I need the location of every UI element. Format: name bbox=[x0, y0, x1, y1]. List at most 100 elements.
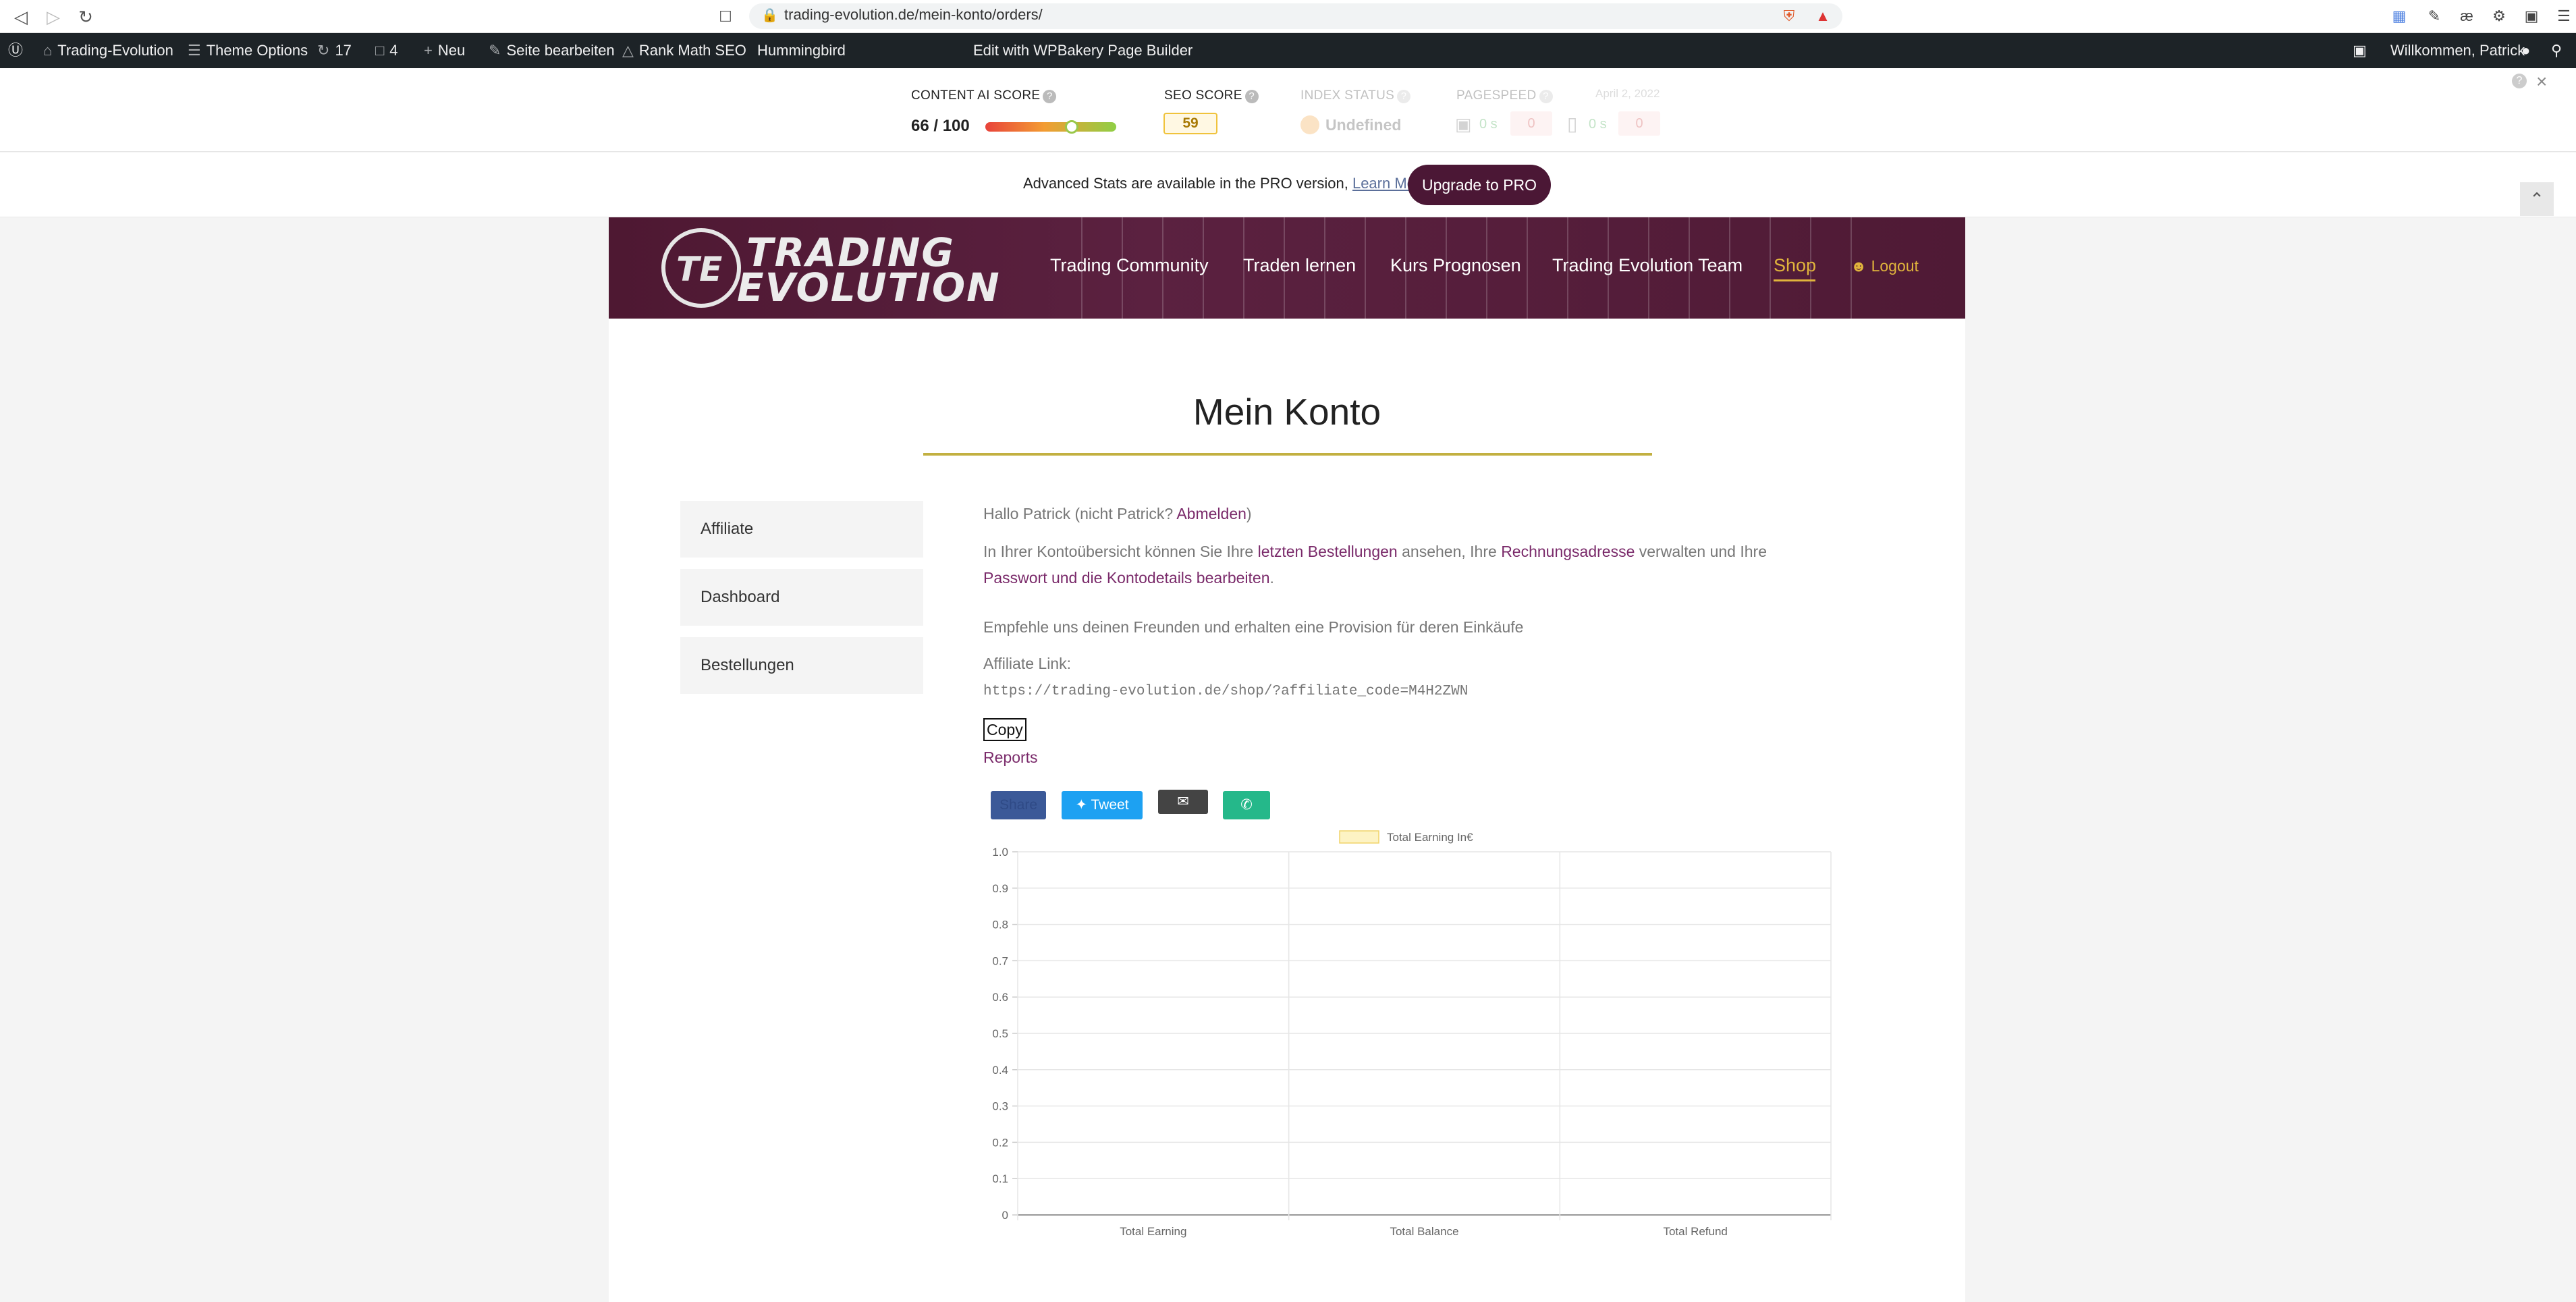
content-ai-score-knob bbox=[1065, 120, 1079, 134]
extension-icon[interactable]: ✎ bbox=[2424, 6, 2444, 26]
sidebar-item-dashboard[interactable]: Dashboard bbox=[680, 569, 923, 626]
legend-label: Total Earning In€ bbox=[1387, 831, 1473, 844]
help-icon[interactable]: ? bbox=[1244, 90, 1259, 103]
y-tick-label: 0.5 bbox=[992, 1027, 1008, 1040]
billing-address-link[interactable]: Rechnungsadresse bbox=[1501, 543, 1635, 560]
brave-rewards-icon[interactable]: ▲ bbox=[1813, 6, 1833, 26]
facebook-share-button[interactable]: Share bbox=[991, 791, 1046, 819]
page-title: Mein Konto bbox=[1193, 391, 1381, 433]
back-icon[interactable]: ◁ bbox=[9, 5, 32, 28]
y-tick-label: 0.4 bbox=[992, 1064, 1008, 1077]
affiliate-url[interactable]: https://trading-evolution.de/shop/?affil… bbox=[983, 684, 1468, 699]
wordpress-logo-icon[interactable]: Ⓤ bbox=[8, 33, 23, 68]
recommend-text: Empfehle uns deinen Freunden und erhalte… bbox=[983, 618, 1524, 636]
brave-shield-icon[interactable]: ⛨ bbox=[1779, 6, 1799, 26]
forward-icon[interactable]: ▷ bbox=[42, 5, 65, 28]
bookmark-icon[interactable]: ☐ bbox=[714, 5, 737, 28]
admin-site-name[interactable]: ⌂ Trading-Evolution bbox=[43, 33, 173, 68]
admin-wpbakery[interactable]: Edit with WPBakery Page Builder bbox=[973, 33, 1193, 68]
chevron-up-icon[interactable]: ⌃ bbox=[2520, 182, 2554, 216]
puzzle-icon[interactable]: ⚙ bbox=[2489, 6, 2509, 26]
wp-admin-bar: Ⓤ ⌂ Trading-Evolution ☰ Theme Options ↻ 17 … bbox=[0, 33, 2576, 94]
index-status-label: INDEX STATUS? bbox=[1300, 88, 1411, 103]
y-tick-label: 0.2 bbox=[992, 1136, 1008, 1149]
translate-icon[interactable]: ▦ bbox=[2389, 6, 2409, 26]
url-text[interactable]: trading-evolution.de/mein-konto/orders/ bbox=[784, 6, 1043, 24]
nav-shop[interactable]: Shop bbox=[1774, 255, 1816, 276]
y-tick-label: 0.8 bbox=[992, 919, 1008, 931]
logout-link[interactable]: Abmelden bbox=[1176, 505, 1246, 522]
overview-text-line1: In Ihrer Kontoübersicht können Sie Ihre … bbox=[983, 543, 1767, 560]
pagespeed-desktop-score: 0 bbox=[1510, 111, 1552, 136]
close-icon[interactable]: × bbox=[2536, 71, 2547, 92]
pagespeed-date: April 2, 2022 bbox=[1595, 87, 1660, 100]
sidebar-item-affiliate[interactable]: Affiliate bbox=[680, 501, 923, 558]
pagespeed-mobile-time: 0 s bbox=[1589, 117, 1607, 132]
pagespeed-label: PAGESPEED? bbox=[1456, 88, 1553, 103]
pagespeed-mobile-score: 0 bbox=[1618, 111, 1660, 136]
y-tick-label: 0.3 bbox=[992, 1100, 1008, 1113]
comment-icon: □ bbox=[375, 42, 385, 59]
admin-new[interactable]: + Neu bbox=[424, 33, 465, 68]
account-details-link[interactable]: Passwort und die Kontodetails bearbeiten bbox=[983, 569, 1270, 587]
copy-button[interactable]: Copy bbox=[983, 718, 1026, 741]
legend-swatch bbox=[1339, 830, 1379, 844]
reload-icon[interactable]: ↻ bbox=[74, 5, 97, 28]
pagespeed-desktop-time: 0 s bbox=[1479, 117, 1498, 132]
y-tick-label: 0.7 bbox=[992, 954, 1008, 967]
admin-welcome[interactable]: Willkommen, Patrick bbox=[2390, 33, 2525, 68]
sliders-icon: ☰ bbox=[188, 42, 201, 59]
y-tick-label: 0 bbox=[1002, 1209, 1008, 1222]
pro-notice: Advanced Stats are available in the PRO … bbox=[0, 153, 2576, 217]
x-tick-label: Total Earning bbox=[1120, 1225, 1186, 1238]
menu-icon[interactable]: ☰ bbox=[2554, 6, 2574, 26]
logo-mark: TE bbox=[676, 250, 723, 289]
twitter-icon: ✦ bbox=[1075, 797, 1088, 813]
upgrade-to-pro-button[interactable]: Upgrade to PRO bbox=[1408, 165, 1551, 205]
orders-link[interactable]: letzten Bestellungen bbox=[1258, 543, 1398, 560]
admin-rank-math[interactable]: △ Rank Math SEO bbox=[622, 33, 746, 68]
plus-icon: + bbox=[424, 42, 433, 59]
seo-score-label: SEO SCORE? bbox=[1164, 88, 1259, 103]
extension-icon[interactable]: æ bbox=[2457, 6, 2477, 26]
earnings-chart: 0 0.1 0.2 0.3 0.4 0.5 0.6 0.7 0.8 0.9 1.0 Total Ear… bbox=[992, 830, 1832, 1238]
admin-hummingbird[interactable]: Hummingbird bbox=[757, 33, 846, 68]
whatsapp-share-button[interactable]: ✆ bbox=[1223, 791, 1270, 819]
email-share-button[interactable]: ✉ bbox=[1158, 790, 1208, 814]
help-icon: ? bbox=[1539, 90, 1553, 103]
search-icon[interactable]: ⚲ bbox=[2551, 33, 2562, 68]
admin-comments[interactable]: □ 4 bbox=[375, 33, 398, 68]
seo-score-badge: 59 bbox=[1163, 113, 1217, 134]
nav-trading-community[interactable]: Trading Community bbox=[1050, 255, 1209, 276]
logo-text-line2[interactable]: EVOLUTION bbox=[737, 265, 1001, 310]
admin-updates[interactable]: ↻ 17 bbox=[317, 33, 352, 68]
nav-logout[interactable]: ☻ Logout bbox=[1851, 257, 1919, 275]
envelope-icon: ✉ bbox=[1177, 794, 1189, 809]
help-icon[interactable]: ? bbox=[1043, 90, 1057, 103]
admin-edit-page[interactable]: ✎ Seite bearbeiten bbox=[489, 33, 615, 68]
y-tick-label: 0.1 bbox=[992, 1172, 1008, 1185]
warning-icon bbox=[1300, 115, 1319, 134]
whatsapp-icon: ✆ bbox=[1240, 797, 1253, 813]
nav-trading-evolution-team[interactable]: Trading Evolution Team bbox=[1552, 255, 1743, 276]
y-tick-label: 1.0 bbox=[992, 846, 1008, 859]
sidebar-item-bestellungen[interactable]: Bestellungen bbox=[680, 637, 923, 694]
user-circle-icon: ☻ bbox=[1851, 257, 1867, 275]
content-ai-score-bar bbox=[985, 122, 1116, 132]
desktop-icon: ▣ bbox=[1455, 114, 1472, 134]
nav-traden-lernen[interactable]: Traden lernen bbox=[1243, 255, 1356, 276]
content-ai-label: CONTENT AI SCORE? bbox=[911, 88, 1057, 103]
wallet-icon[interactable]: ▣ bbox=[2521, 6, 2542, 26]
rankmath-stats-bar: CONTENT AI SCORE? 66 / 100 SEO SCORE? 59… bbox=[0, 68, 2576, 152]
screen-icon: ▣ bbox=[2353, 42, 2367, 59]
lock-icon: 🔒 bbox=[761, 8, 778, 23]
admin-theme-options[interactable]: ☰ Theme Options bbox=[188, 33, 308, 68]
x-tick-label: Total Refund bbox=[1663, 1225, 1727, 1238]
rank-math-icon: △ bbox=[622, 42, 634, 59]
user-icon[interactable]: ● bbox=[2521, 33, 2530, 68]
nav-kurs-prognosen[interactable]: Kurs Prognosen bbox=[1390, 255, 1521, 276]
x-tick-label: Total Balance bbox=[1390, 1225, 1458, 1238]
help-icon[interactable]: ? bbox=[2512, 74, 2527, 88]
reports-link[interactable]: Reports bbox=[983, 749, 1038, 767]
tweet-button[interactable]: ✦ Tweet bbox=[1062, 791, 1143, 819]
